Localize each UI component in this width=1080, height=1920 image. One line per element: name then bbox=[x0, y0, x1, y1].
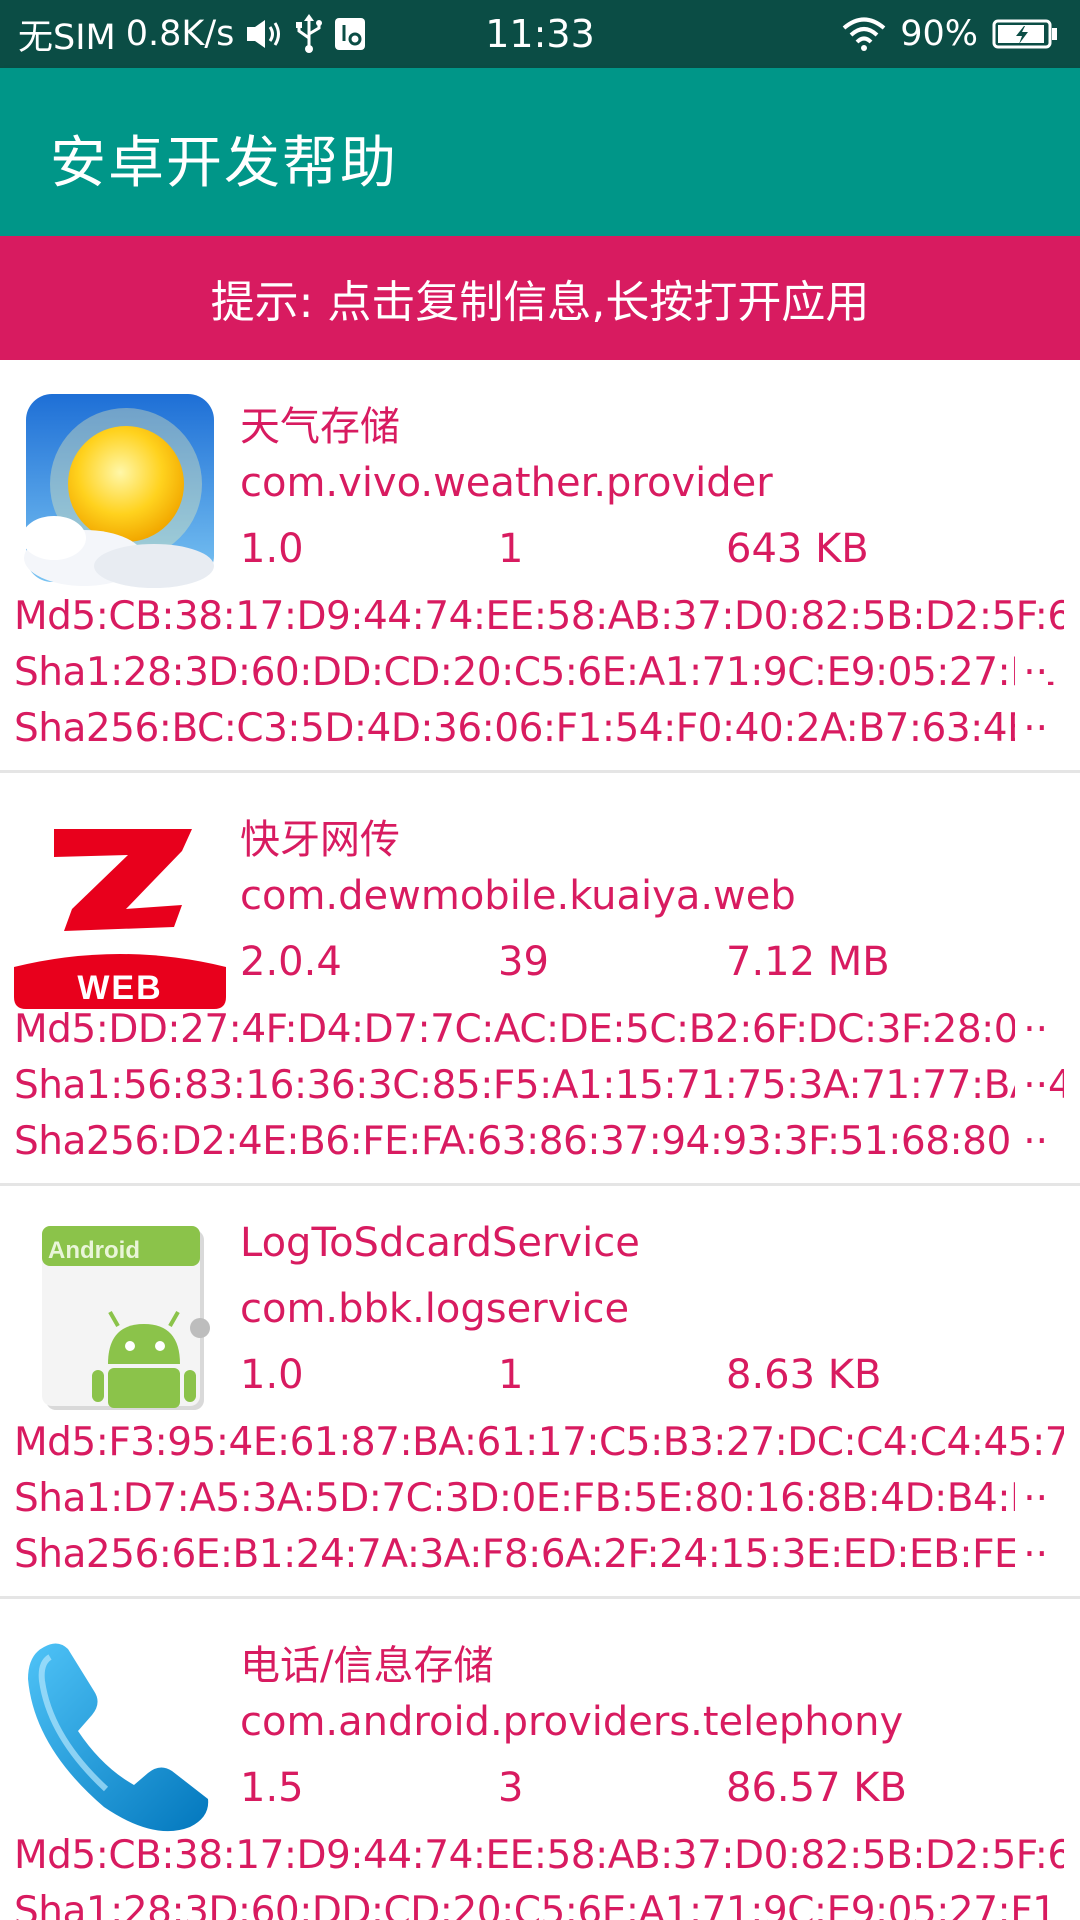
status-right: 90% bbox=[842, 0, 1058, 68]
md5-hash: Md5:DD:27:4F:D4:D7:7C:AC:DE:5C:B2:6F:DC:… bbox=[14, 1007, 1019, 1052]
battery-percent: 90% bbox=[900, 14, 978, 54]
wifi-icon bbox=[842, 17, 886, 51]
android-badge-text: Android bbox=[48, 1237, 140, 1264]
package-name: com.bbk.logservice bbox=[240, 1286, 630, 1332]
sha256-hash: Sha256:6E:B1:24:7A:3A:F8:6A:2F:24:15:3E:… bbox=[14, 1532, 1031, 1577]
sha256-hash: Sha256:BC:C3:5D:4D:36:06:F1:54:F0:40:2A:… bbox=[14, 706, 1044, 751]
sha1-ellipsis: ·· bbox=[1015, 1063, 1048, 1108]
version-name: 1.0 bbox=[240, 1352, 304, 1398]
app-name: 天气存储 bbox=[240, 404, 400, 450]
hint-banner: 提示: 点击复制信息,长按打开应用 bbox=[0, 236, 1080, 360]
app-size: 7.12 MB bbox=[726, 939, 890, 985]
sha256-ellipsis: ·· bbox=[1015, 706, 1048, 751]
debug-icon bbox=[334, 17, 366, 51]
phone-icon bbox=[14, 1627, 226, 1839]
version-code: 1 bbox=[498, 526, 524, 572]
list-item[interactable]: WEB 快牙网传 com.dewmobile.kuaiya.web 2.0.4 … bbox=[0, 773, 1080, 1186]
app-title: 安卓开发帮助 bbox=[50, 131, 398, 196]
version-code: 3 bbox=[498, 1765, 524, 1811]
md5-ellipsis: ·· bbox=[1015, 1007, 1048, 1052]
sha1-hash: Sha1:D7:A5:3A:5D:7C:3D:0E:FB:5E:80:16:8B… bbox=[14, 1476, 1035, 1521]
weather-icon bbox=[14, 388, 226, 600]
app-name: 快牙网传 bbox=[240, 817, 400, 863]
carrier-label: 无SIM bbox=[18, 17, 116, 58]
hint-text: 提示: 点击复制信息,长按打开应用 bbox=[210, 277, 870, 328]
list-item[interactable]: Android LogToSdcardService com.bbk.logse… bbox=[0, 1186, 1080, 1599]
package-name: com.vivo.weather.provider bbox=[240, 460, 773, 506]
status-bar: 无SIM 0.8K/s 11:33 90% bbox=[0, 0, 1080, 68]
md5-hash: Md5:CB:38:17:D9:44:74:EE:58:AB:37:D0:82:… bbox=[14, 1833, 1064, 1878]
app-size: 8.63 KB bbox=[726, 1352, 882, 1398]
app-name: 电话/信息存储 bbox=[240, 1643, 494, 1689]
usb-icon bbox=[294, 14, 324, 54]
list-item[interactable]: 天气存储 com.vivo.weather.provider 1.0 1 643… bbox=[0, 360, 1080, 773]
version-code: 1 bbox=[498, 1352, 524, 1398]
version-name: 1.0 bbox=[240, 526, 304, 572]
android-log-icon: Android bbox=[14, 1214, 226, 1426]
sha1-ellipsis: ·· bbox=[1015, 650, 1048, 695]
package-name: com.android.providers.telephony bbox=[240, 1699, 904, 1745]
list-item[interactable]: 电话/信息存储 com.android.providers.telephony … bbox=[0, 1599, 1080, 1920]
sha1-hash: Sha1:28:3D:60:DD:CD:20:C5:6E:A1:71:9C:E9… bbox=[14, 1889, 1057, 1920]
zapya-web-badge-text: WEB bbox=[77, 969, 162, 1007]
version-name: 2.0.4 bbox=[240, 939, 342, 985]
md5-hash: Md5:F3:95:4E:61:87:BA:61:17:C5:B3:27:DC:… bbox=[14, 1420, 1064, 1465]
vibrate-icon bbox=[244, 17, 284, 51]
app-name: LogToSdcardService bbox=[240, 1220, 640, 1266]
sha256-hash: Sha256:D2:4E:B6:FE:FA:63:86:37:94:93:3F:… bbox=[14, 1119, 1048, 1164]
md5-hash: Md5:CB:38:17:D9:44:74:EE:58:AB:37:D0:82:… bbox=[14, 594, 1064, 639]
app-size: 86.57 KB bbox=[726, 1765, 907, 1811]
version-code: 39 bbox=[498, 939, 549, 985]
sha256-ellipsis: ·· bbox=[1015, 1119, 1048, 1164]
app-list[interactable]: 天气存储 com.vivo.weather.provider 1.0 1 643… bbox=[0, 360, 1080, 1920]
app-bar: 安卓开发帮助 bbox=[0, 68, 1080, 236]
app-size: 643 KB bbox=[726, 526, 869, 572]
sha1-hash: Sha1:28:3D:60:DD:CD:20:C5:6E:A1:71:9C:E9… bbox=[14, 650, 1057, 695]
sha1-ellipsis: ·· bbox=[1015, 1476, 1048, 1521]
network-speed: 0.8K/s bbox=[125, 14, 235, 54]
version-name: 1.5 bbox=[240, 1765, 304, 1811]
zapya-web-icon: WEB bbox=[14, 801, 226, 1013]
battery-charging-icon bbox=[992, 17, 1058, 51]
sha256-ellipsis: ·· bbox=[1015, 1532, 1048, 1577]
status-left: 无SIM 0.8K/s bbox=[18, 0, 366, 68]
sha1-hash: Sha1:56:83:16:36:3C:85:F5:A1:15:71:75:3A… bbox=[14, 1063, 1064, 1108]
package-name: com.dewmobile.kuaiya.web bbox=[240, 873, 796, 919]
